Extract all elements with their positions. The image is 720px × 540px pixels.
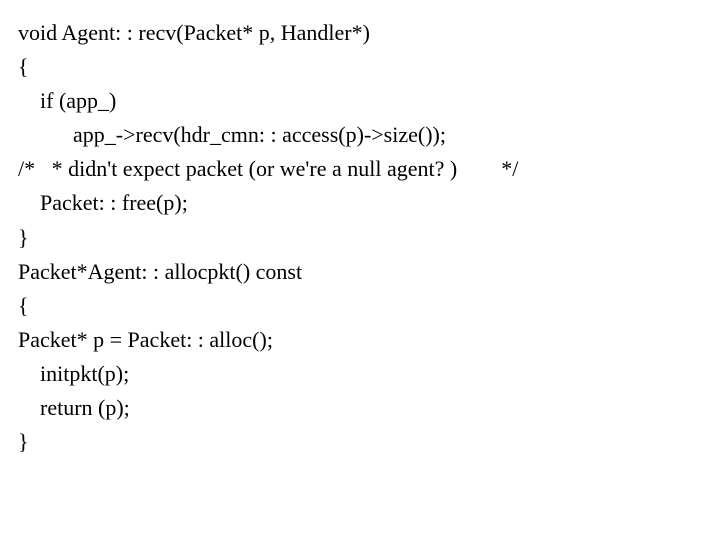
code-line: Packet: : free(p); bbox=[18, 186, 702, 220]
code-line: return (p); bbox=[18, 391, 702, 425]
code-line: { bbox=[18, 289, 702, 323]
code-line: /* * didn't expect packet (or we're a nu… bbox=[18, 152, 702, 186]
code-line: Packet* p = Packet: : alloc(); bbox=[18, 323, 702, 357]
code-line: initpkt(p); bbox=[18, 357, 702, 391]
code-line: app_->recv(hdr_cmn: : access(p)->size())… bbox=[18, 118, 702, 152]
code-line: } bbox=[18, 221, 702, 255]
code-block: void Agent: : recv(Packet* p, Handler*) … bbox=[0, 0, 720, 475]
code-line: void Agent: : recv(Packet* p, Handler*) bbox=[18, 16, 702, 50]
code-line: } bbox=[18, 425, 702, 459]
code-line: if (app_) bbox=[18, 84, 702, 118]
code-line: { bbox=[18, 50, 702, 84]
code-line: Packet*Agent: : allocpkt() const bbox=[18, 255, 702, 289]
